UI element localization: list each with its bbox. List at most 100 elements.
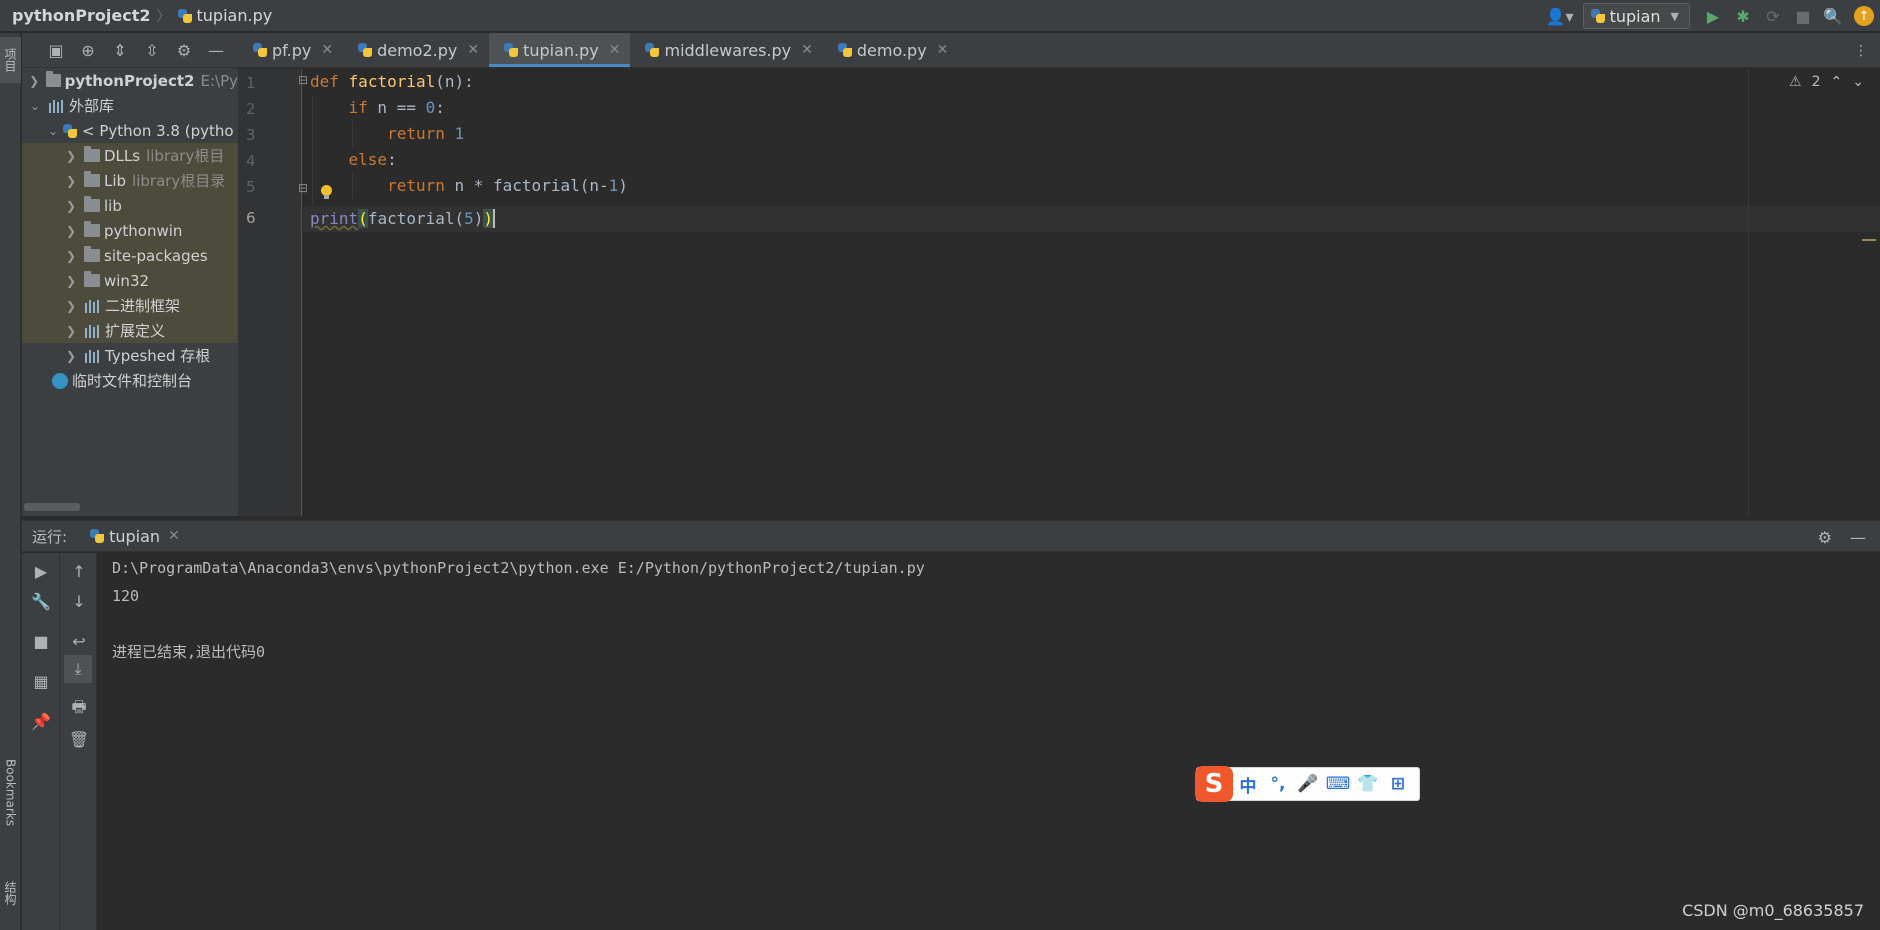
tree-item[interactable]: ❯ pythonwin [22, 218, 238, 243]
locate-icon[interactable]: ⊕ [72, 36, 104, 64]
line-number: 6 [246, 209, 256, 227]
scratch-icon [52, 372, 68, 389]
run-panel-actions: ⚙ — [1818, 521, 1866, 553]
navbar-actions: 👤▾ tupian ▼ ▶ ✱ ⟳ ■ 🔍 ↑ [1545, 0, 1880, 32]
ime-punctuation-toggle[interactable]: °, [1263, 774, 1293, 794]
soft-wrap-icon[interactable]: ↩ [60, 627, 98, 655]
run-toolbar-primary: ▶ 🔧 ■ ▦ 📌 [22, 553, 60, 930]
minimize-icon[interactable]: — [200, 36, 232, 64]
tab-demo2[interactable]: demo2.py ✕ [343, 33, 489, 67]
chevron-right-icon: ❯ [65, 273, 77, 288]
gear-icon[interactable]: ⚙ [168, 36, 200, 64]
arrow-down-icon[interactable]: ↓ [60, 587, 98, 615]
error-stripe-mark[interactable] [1862, 239, 1876, 241]
minimize-icon[interactable]: — [1850, 528, 1866, 547]
breadcrumb-project[interactable]: pythonProject2 [12, 6, 151, 25]
tab-label: tupian.py [523, 40, 599, 60]
line-number: 4 [246, 152, 256, 170]
tree-item[interactable]: ❯ win32 [22, 268, 238, 293]
function-name-token: factorial [348, 72, 436, 91]
fold-marker-icon[interactable]: ⊟ [298, 73, 308, 87]
tab-pf[interactable]: pf.py ✕ [238, 33, 343, 67]
tree-item-label: Lib [104, 171, 127, 190]
breadcrumb-file[interactable]: tupian.py [177, 6, 273, 25]
code-editor[interactable]: 1 2 3 4 5 6 ⊟ ⊟ def factorial(n): if n =… [238, 69, 1880, 516]
tree-root-path: E:\Py [200, 71, 238, 90]
keyword-token: else [348, 150, 388, 169]
stop-icon[interactable]: ■ [22, 627, 60, 655]
tree-item[interactable]: ❯ Typeshed 存根 [22, 343, 238, 368]
collapse-all-icon[interactable]: ⇳ [136, 36, 168, 64]
line-number: 5 [246, 178, 256, 196]
toolbox-icon[interactable]: ⊞ [1383, 774, 1413, 794]
close-icon[interactable]: ✕ [937, 42, 949, 58]
tab-demo[interactable]: demo.py ✕ [823, 33, 959, 67]
chevron-up-icon[interactable]: ⌃ [1831, 74, 1843, 90]
tree-item-label: site-packages [104, 246, 208, 265]
close-icon[interactable]: ✕ [801, 42, 813, 58]
close-icon[interactable]: ✕ [168, 528, 180, 544]
keyword-token: return [387, 176, 445, 195]
run-console[interactable]: D:\ProgramData\Anaconda3\envs\pythonProj… [98, 553, 1880, 930]
pin-icon[interactable]: 📌 [22, 707, 60, 735]
code-token: : [435, 98, 445, 117]
horizontal-scrollbar[interactable] [24, 503, 80, 511]
close-icon[interactable]: ✕ [467, 42, 479, 58]
microphone-icon[interactable]: 🎤 [1293, 774, 1323, 794]
run-panel-title: 运行: [32, 527, 68, 546]
trash-icon[interactable]: 🗑 [60, 725, 98, 753]
user-icon[interactable]: 👤▾ [1545, 1, 1575, 31]
expand-all-icon[interactable]: ⇕ [104, 36, 136, 64]
arrow-up-icon[interactable]: ↑ [60, 557, 98, 585]
close-icon[interactable]: ✕ [321, 42, 333, 58]
tab-label: demo.py [856, 40, 927, 60]
stop-icon[interactable]: ■ [1788, 1, 1818, 31]
search-icon[interactable]: 🔍 [1818, 1, 1848, 31]
bookmarks-tool-tab[interactable]: Bookmarks [0, 743, 21, 843]
tree-item-label: pythonwin [104, 221, 183, 240]
tree-item[interactable]: ❯ 二进制框架 [22, 293, 238, 318]
number-token: 1 [454, 124, 465, 143]
coverage-icon[interactable]: ⟳ [1758, 1, 1788, 31]
tree-item[interactable]: ❯ 扩展定义 [22, 318, 238, 343]
project-tool-tab[interactable]: 项目 [0, 37, 21, 83]
tree-item[interactable]: ❯ Lib library根目录 [22, 168, 238, 193]
more-tabs-icon[interactable]: ⋮ [1854, 33, 1868, 68]
tree-item[interactable]: ❯ lib [22, 193, 238, 218]
gear-icon[interactable]: ⚙ [1818, 528, 1832, 547]
console-line: 进程已结束,退出代码0 [112, 643, 266, 661]
tree-item[interactable]: ❯ site-packages [22, 243, 238, 268]
tree-scratches[interactable]: 临时文件和控制台 [22, 368, 238, 393]
code-line-2: if n == 0: [310, 95, 445, 121]
project-view-icon[interactable]: ▣ [40, 36, 72, 64]
chevron-down-icon[interactable]: ⌄ [1852, 74, 1864, 90]
close-icon[interactable]: ✕ [609, 42, 621, 58]
layout-icon[interactable]: ▦ [22, 667, 60, 695]
tree-item[interactable]: ❯ DLLs library根目 [22, 143, 238, 168]
skin-icon[interactable]: 👕 [1353, 774, 1383, 794]
tree-python-sdk[interactable]: ⌄ < Python 3.8 (pytho [22, 118, 238, 143]
tab-middlewares[interactable]: middlewares.py ✕ [630, 33, 822, 67]
print-icon[interactable]: 🖶 [60, 695, 98, 723]
code-line-4: else: [310, 147, 397, 173]
scroll-to-end-icon[interactable]: ⤓ [64, 655, 92, 683]
keyboard-icon[interactable]: ⌨ [1323, 774, 1353, 794]
breadcrumb-file-label: tupian.py [196, 6, 273, 25]
wrench-icon[interactable]: 🔧 [22, 587, 60, 615]
ime-chinese-toggle[interactable]: 中 [1233, 772, 1263, 797]
tree-external-libs[interactable]: ⌄ 外部库 [22, 93, 238, 118]
tab-tupian[interactable]: tupian.py ✕ [489, 33, 631, 67]
tree-root[interactable]: ❯ pythonProject2 E:\Py [22, 68, 238, 93]
run-config-selector[interactable]: tupian ▼ [1582, 3, 1690, 29]
update-icon[interactable]: ↑ [1854, 6, 1874, 26]
inspection-widget[interactable]: ⚠ 2 ⌃ ⌄ [1789, 71, 1864, 93]
run-tab-tupian[interactable]: tupian ✕ [89, 527, 180, 546]
ime-logo[interactable]: S [1195, 766, 1233, 802]
run-icon[interactable]: ▶ [1698, 1, 1728, 31]
rerun-icon[interactable]: ▶ [22, 557, 60, 585]
fold-marker-icon[interactable]: ⊟ [298, 181, 308, 195]
debug-icon[interactable]: ✱ [1728, 1, 1758, 31]
folder-icon [84, 271, 100, 287]
project-toolbar: ▣ ⊕ ⇕ ⇳ ⚙ — [22, 33, 238, 68]
structure-tool-tab[interactable]: 结构 [0, 863, 21, 923]
